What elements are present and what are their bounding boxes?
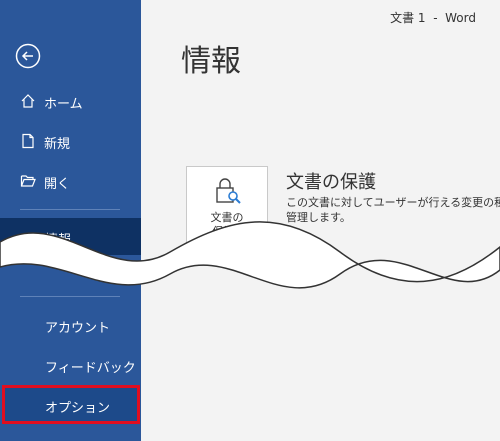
sidebar-item-label: ホーム (44, 97, 83, 112)
folder-open-icon (20, 175, 36, 187)
sidebar-item-label: フィードバック (45, 361, 136, 376)
back-arrow-icon[interactable] (15, 43, 41, 69)
sidebar-item-account[interactable]: アカウント (0, 310, 141, 340)
home-icon (21, 94, 35, 108)
sidebar-divider (20, 209, 120, 210)
new-document-icon (22, 133, 34, 149)
section-title: 文書の保護 (286, 172, 376, 193)
wave-break-divider (0, 221, 500, 289)
sidebar-item-new[interactable]: 新規 (0, 126, 141, 156)
sidebar-item-open[interactable]: 開く (0, 166, 141, 196)
page-title: 情報 (181, 44, 241, 79)
sidebar-item-feedback[interactable]: フィードバック (0, 350, 141, 380)
sidebar-item-label: 開く (44, 177, 71, 192)
sidebar-divider (20, 296, 120, 297)
sidebar-item-options[interactable]: オプション (2, 385, 140, 424)
lock-search-icon (216, 178, 241, 204)
sidebar-item-label: オプション (45, 401, 111, 416)
sidebar-item-label: アカウント (45, 321, 111, 336)
sidebar-item-label: 新規 (44, 137, 71, 152)
window-title: 文書 1 - Word (390, 11, 476, 25)
sidebar-item-home[interactable]: ホーム (0, 86, 141, 116)
